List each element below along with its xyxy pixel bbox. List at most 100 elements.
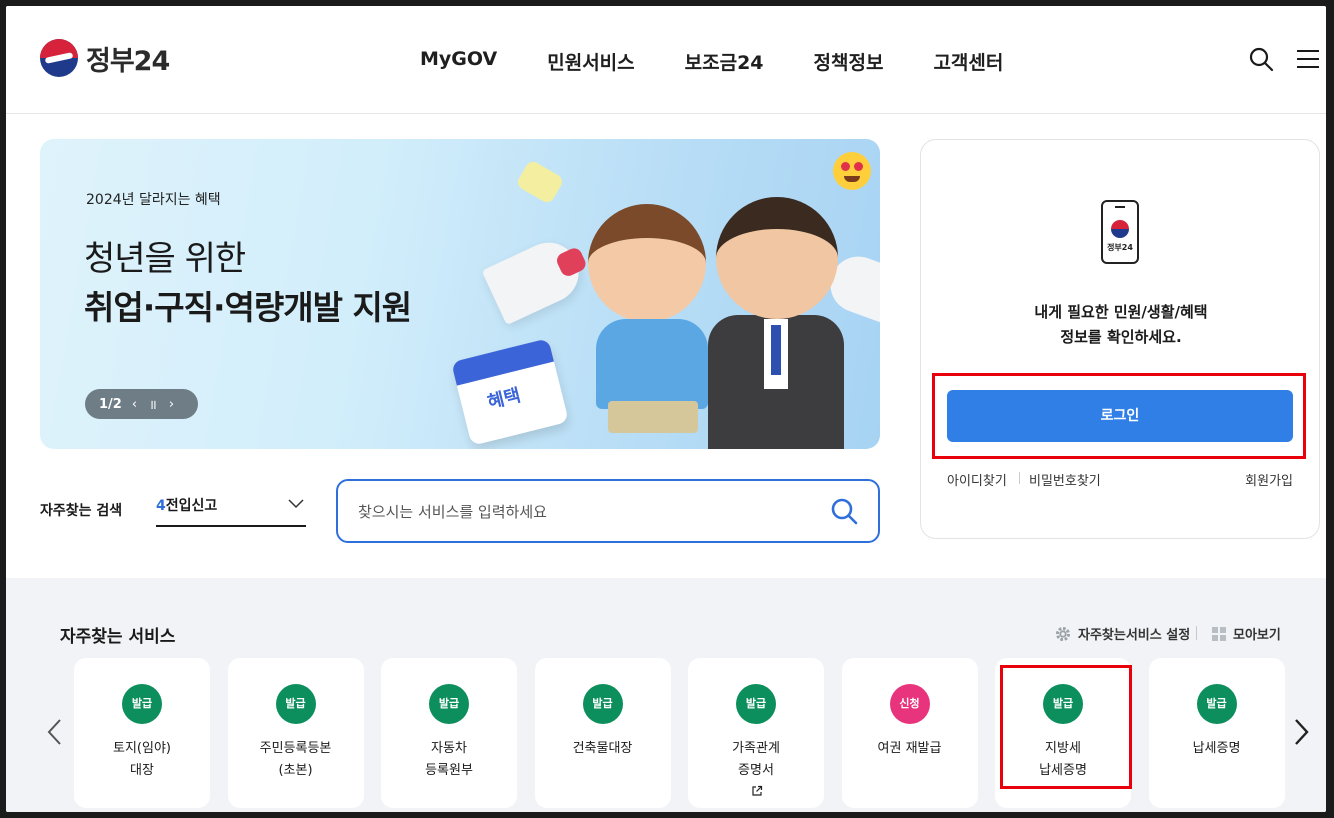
frequent-services-settings-button[interactable]: 자주찾는서비스 설정 [1054, 624, 1190, 643]
issue-badge: 발급 [736, 684, 776, 724]
frequent-services-title: 자주찾는 서비스 [60, 627, 176, 647]
service-name-line1: 자동차 [431, 741, 467, 756]
character-man-tie [771, 325, 781, 375]
service-name-line1: 납세증명 [1192, 741, 1241, 756]
banner-pause-button[interactable]: ॥ [149, 395, 157, 413]
find-password-link[interactable]: 비밀번호찾기 [1029, 470, 1101, 489]
login-message-line2: 정보를 확인하세요. [1060, 328, 1182, 346]
search-icon[interactable] [1248, 46, 1274, 72]
issue-badge: 발급 [582, 684, 623, 724]
issue-badge: 발급 [275, 684, 316, 724]
issue-badge: 발급 [1196, 684, 1237, 724]
service-card-building-register[interactable]: 발급 건축물대장 [534, 658, 671, 808]
site-logo[interactable]: 정부24 [40, 38, 170, 78]
service-card-family-relation-certificate[interactable]: 발급 가족관계 증명서 [688, 658, 824, 808]
service-name: 주민등록등본 (초본) [228, 738, 364, 782]
phone-label: 정부24 [1107, 243, 1133, 252]
service-name-line2: (초본) [278, 763, 313, 778]
main-navigation: MyGOV 민원서비스 보조금24 정책정보 고객센터 [420, 48, 1053, 75]
banner-page-indicator: 1/2 [99, 396, 122, 412]
search-icon[interactable] [830, 497, 858, 525]
calendar-label: 혜택 [485, 384, 523, 414]
decorative-coin-icon [515, 159, 565, 205]
character-woman-head [588, 204, 706, 322]
service-search-box [336, 479, 880, 543]
gear-icon [1056, 626, 1070, 641]
service-name-line1: 건축물대장 [572, 741, 633, 756]
login-message-line1: 내게 필요한 민원/생활/혜택 [1034, 303, 1208, 321]
taegeuk-logo-icon [40, 39, 78, 77]
service-name-line2-wrap: 증명서 [688, 760, 824, 804]
service-name-line2: 대장 [130, 763, 154, 778]
banner-next-button[interactable]: › [169, 397, 174, 412]
service-name: 자동차 등록원부 [381, 738, 517, 782]
banner-controls: 1/2 ‹ ॥ › [85, 389, 198, 419]
service-card-land-register[interactable]: 발급 토지(임야) 대장 [74, 658, 210, 808]
find-id-link[interactable]: 아이디찾기 [947, 470, 1007, 489]
frequent-search-rank: 4 [156, 498, 166, 514]
site-header: 정부24 MyGOV 민원서비스 보조금24 정책정보 고객센터 [6, 6, 1326, 114]
issue-badge: 발급 [429, 684, 469, 724]
issue-badge: 발급 [122, 684, 162, 724]
main-banner[interactable]: 혜택 2024년 달라지는 혜택 청년을 위한 취업·구직·역량개발 지원 1/… [40, 139, 880, 449]
service-name: 토지(임야) 대장 [74, 738, 210, 782]
service-card-list: 발급 토지(임야) 대장 발급 주민등록등본 (초본) 발급 자동차 등록원부 [74, 658, 1302, 808]
browser-page: 정부24 MyGOV 민원서비스 보조금24 정책정보 고객센터 혜택 2024… [6, 6, 1326, 812]
login-message: 내게 필요한 민원/생활/혜택 정보를 확인하세요. [921, 300, 1321, 350]
megaphone-icon [481, 232, 589, 326]
issue-badge: 발급 [1043, 684, 1083, 724]
apply-badge: 신청 [889, 684, 930, 724]
login-panel: 정부24 내게 필요한 민원/생활/혜택 정보를 확인하세요. 로그인 아이디찾… [920, 139, 1320, 539]
service-name: 건축물대장 [535, 738, 671, 760]
login-button[interactable]: 로그인 [947, 390, 1293, 442]
logo-text: 정부24 [86, 45, 170, 77]
nav-subsidy24[interactable]: 보조금24 [685, 48, 764, 75]
hamburger-menu-icon[interactable] [1296, 48, 1320, 70]
nav-customer-center[interactable]: 고객센터 [933, 48, 1003, 75]
grid-icon [1212, 626, 1226, 641]
service-name: 납세증명 [1149, 738, 1285, 760]
frequent-services-section: 자주찾는 서비스 자주찾는서비스 설정 모아보기 발급 토지(임야) 대장 발급… [6, 578, 1326, 812]
character-man-head [716, 197, 838, 319]
banner-title-line2: 취업·구직·역량개발 지원 [84, 288, 412, 327]
nav-mygov[interactable]: MyGOV [420, 48, 497, 75]
character-woman-body [596, 319, 708, 409]
chevron-left-icon[interactable] [46, 718, 62, 746]
service-name-line2: 등록원부 [425, 763, 473, 778]
service-card-tax-payment-certificate[interactable]: 발급 납세증명 [1148, 658, 1285, 808]
character-woman-skirt [608, 401, 698, 433]
frequent-search-keyword: 전입신고 [165, 498, 218, 514]
service-card-resident-registration[interactable]: 발급 주민등록등본 (초본) [227, 658, 364, 808]
banner-subtitle: 2024년 달라지는 혜택 [86, 192, 221, 208]
service-name-line1: 주민등록등본 [259, 741, 332, 756]
chevron-down-icon [288, 499, 304, 509]
frequent-search-label: 자주찾는 검색 [40, 503, 123, 519]
banner-prev-button[interactable]: ‹ [132, 397, 137, 412]
service-card-vehicle-registration[interactable]: 발급 자동차 등록원부 [381, 658, 517, 808]
service-name-line1: 토지(임야) [113, 741, 171, 756]
service-card-passport-reissue[interactable]: 신청 여권 재발급 [841, 658, 978, 808]
mobile-phone-icon: 정부24 [1101, 200, 1139, 264]
divider [1196, 626, 1197, 640]
signup-link[interactable]: 회원가입 [1245, 470, 1293, 489]
service-name-line2: 증명서 [738, 763, 774, 778]
calendar-icon: 혜택 [451, 338, 569, 446]
view-all-button[interactable]: 모아보기 [1212, 624, 1281, 643]
service-search-input[interactable] [358, 499, 808, 525]
service-name: 여권 재발급 [842, 738, 978, 760]
service-name: 가족관계 증명서 [688, 738, 824, 804]
frequent-search-dropdown[interactable]: 4전입신고 [156, 495, 306, 527]
nav-policy-info[interactable]: 정책정보 [814, 48, 884, 75]
settings-label: 자주찾는서비스 설정 [1078, 628, 1191, 643]
service-card-local-tax-certificate[interactable]: 발급 지방세 납세증명 [995, 658, 1131, 808]
service-name-line2: 납세증명 [1039, 763, 1087, 778]
service-name: 지방세 납세증명 [995, 738, 1131, 782]
service-name-line1: 가족관계 [732, 741, 780, 756]
banner-title-line1: 청년을 위한 [84, 239, 246, 279]
external-link-icon [751, 785, 762, 796]
heart-eyes-emoji-icon [833, 152, 871, 190]
taegeuk-logo-icon [1111, 220, 1129, 238]
nav-civil-services[interactable]: 민원서비스 [547, 48, 634, 75]
link-divider [1019, 472, 1020, 484]
view-all-label: 모아보기 [1233, 628, 1281, 643]
